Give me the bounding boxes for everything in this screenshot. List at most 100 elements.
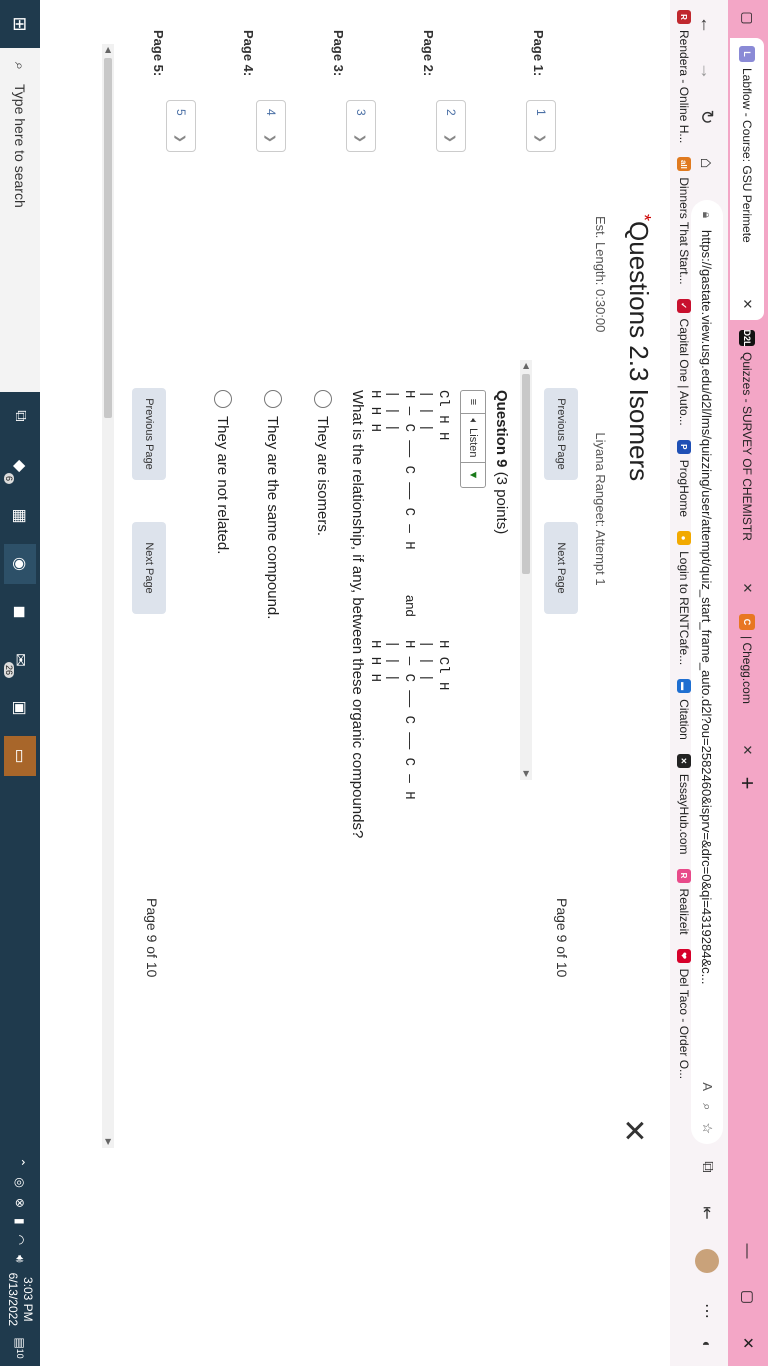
address-actions: A ⌕ ☆	[699, 1082, 715, 1144]
bookmark-item[interactable]: ● Login to RENTCafe...	[677, 531, 691, 665]
page-label: Page 2:	[421, 30, 436, 77]
close-icon[interactable]: ✕	[739, 742, 755, 758]
restore-icon[interactable]: ▢	[728, 1274, 768, 1320]
volume-icon[interactable]: 🔊︎	[13, 1255, 28, 1263]
store-icon[interactable]: ▦	[4, 496, 36, 536]
search-placeholder[interactable]: Type here to search	[12, 84, 28, 208]
minimize-icon[interactable]: —	[728, 1228, 768, 1274]
new-tab-button[interactable]: +	[734, 770, 760, 796]
speaker-icon: 🔈︎	[467, 418, 480, 426]
scroll-thumb[interactable]	[104, 58, 112, 418]
answer-option[interactable]: They are the same compound.	[264, 390, 282, 619]
radio-button[interactable]	[214, 390, 232, 408]
url-text[interactable]: https://gastate.view.usg.edu/d2l/lms/qui…	[700, 230, 715, 1082]
page-horizontal-scrollbar[interactable]: ◀ ▶	[102, 44, 114, 1148]
molecule-row: | | |	[384, 640, 400, 682]
task-view-icon[interactable]: ⧉	[4, 396, 36, 436]
favorite-star-icon[interactable]: ☆	[699, 1122, 715, 1134]
page-label: Page 4:	[241, 30, 256, 77]
taskbar-search[interactable]: ⌕ Type here to search	[0, 48, 40, 392]
notification-icon[interactable]: ▤ 10	[10, 1336, 30, 1360]
molecule-row: Cl H H	[435, 390, 451, 440]
scroll-left-arrow-icon[interactable]: ◀	[102, 44, 114, 56]
molecule-row: | | |	[418, 640, 434, 682]
network-error-icon[interactable]: ⊗	[13, 1198, 27, 1208]
window-controls: — ▢ ✕	[728, 1228, 768, 1366]
battery-icon[interactable]: ▮	[13, 1218, 27, 1225]
scroll-thumb[interactable]	[522, 374, 530, 574]
meet-now-icon[interactable]: ◎	[13, 1177, 27, 1187]
system-tray: ⌃ ◎ ⊗ ▮ ◠ 🔊︎ 3:03 PM 6/13/2022	[0, 1157, 40, 1326]
next-page-button[interactable]: Next Page	[544, 522, 578, 614]
close-icon[interactable]: ✕	[739, 296, 755, 312]
bookmark-item[interactable]: R Rendera - Online H...	[677, 10, 691, 143]
bookmark-item[interactable]: R Realizeit	[677, 868, 691, 935]
bookmark-icon: ✓	[677, 298, 691, 313]
radio-button[interactable]	[264, 390, 282, 408]
previous-page-button[interactable]: Previous Page	[544, 388, 578, 480]
bookmark-item[interactable]: ❤ Del Taco - Order O...	[677, 948, 691, 1080]
search-icon: ⌕	[11, 61, 29, 71]
molecule-row: H H H	[367, 390, 383, 432]
scroll-right-arrow-icon[interactable]: ▶	[520, 768, 532, 780]
labflow-icon: L	[739, 46, 755, 62]
page-label: Page 3:	[331, 30, 346, 77]
est-length: Est. Length: 0:30:00	[593, 216, 608, 333]
page-label: Page 1:	[531, 30, 546, 77]
zoom-icon[interactable]: ⌕	[699, 1103, 715, 1110]
molecule-row: H H H	[367, 640, 383, 682]
windows-start-icon[interactable]: ⊞	[0, 0, 40, 48]
molecule-row: | | |	[418, 390, 434, 432]
bookmark-item[interactable]: ▬ Citation	[677, 679, 691, 740]
bookmark-item[interactable]: ✕ EssayHub.com	[677, 753, 691, 855]
clock[interactable]: 3:03 PM 6/13/2022	[5, 1273, 35, 1326]
bookmark-item[interactable]: all Dinners That Start...	[677, 157, 691, 285]
page-indicator: Page 9 of 10	[554, 898, 570, 978]
bookmark-item[interactable]: ✓ Capital One | Auto...	[677, 298, 691, 426]
edge-browser-icon[interactable]: ◉	[4, 544, 36, 584]
bookmark-icon: ✕	[677, 753, 691, 768]
answer-option[interactable]: They are isomers.	[314, 390, 332, 536]
bookmark-label: Del Taco - Order O...	[677, 968, 691, 1080]
chevron-up-icon[interactable]: ⌃	[13, 1157, 27, 1167]
workspaces-icon[interactable]: ▢	[736, 6, 760, 30]
menu-icon[interactable]: ≡	[461, 391, 485, 414]
listen-button[interactable]: 🔈︎ Listen	[461, 414, 485, 463]
play-icon[interactable]: ▼	[461, 463, 485, 487]
previous-page-button-bottom[interactable]: Previous Page	[132, 388, 166, 480]
bookmark-item[interactable]: P ProgHome	[677, 439, 691, 517]
page-button-1[interactable]: 1 ❯	[526, 100, 556, 152]
molecule-row: | | |	[384, 390, 400, 432]
question-title: Question 9 (3 points)	[493, 390, 510, 535]
lock-icon[interactable]: 🔒︎	[700, 200, 715, 230]
bookmark-icon: ▬	[677, 679, 691, 694]
radio-button[interactable]	[314, 390, 332, 408]
page-button-3[interactable]: 3 ❯	[346, 100, 376, 152]
wifi-icon[interactable]: ◠	[13, 1235, 27, 1245]
close-icon[interactable]: ✕	[739, 580, 755, 596]
file-explorer-icon[interactable]: ▭	[4, 736, 36, 776]
molecule-figure: Cl H H | | | H — C —— C —— C — H | | | H …	[361, 390, 456, 810]
page-button-4[interactable]: 4 ❯	[256, 100, 286, 152]
molecule-diagram: Cl H H | | |H — C —— C —— C — H | | | H …	[367, 390, 451, 800]
sticky-notes-icon[interactable]: ▣	[4, 688, 36, 728]
listen-control[interactable]: ≡ 🔈︎ Listen ▼	[460, 390, 486, 488]
mail-icon[interactable]: ✉ 26	[4, 640, 36, 680]
tab-quizzes[interactable]: D2L Quizzes - SURVEY OF CHEMISTR ✕	[730, 322, 764, 604]
close-window-icon[interactable]: ✕	[728, 1320, 768, 1366]
molecule-row: H — C —— C —— C — H	[401, 640, 417, 800]
horizontal-scrollbar[interactable]: ◀ ▶	[520, 360, 532, 780]
tab-chegg[interactable]: C | Chegg.com ✕	[730, 606, 764, 766]
scroll-left-arrow-icon[interactable]: ◀	[520, 360, 532, 372]
page-button-2[interactable]: 2 ❯	[436, 100, 466, 152]
news-widget-icon[interactable]: ◆ 6	[4, 446, 36, 486]
page-button-5[interactable]: 5 ❯	[166, 100, 196, 152]
read-aloud-icon[interactable]: A	[699, 1082, 715, 1091]
scroll-right-arrow-icon[interactable]: ▶	[102, 1136, 114, 1148]
molecule-2: H Cl H | | |H — C —— C —— C — H | | | H …	[367, 640, 451, 800]
office-icon[interactable]: ◼	[4, 592, 36, 632]
tab-labflow[interactable]: L Labflow - Course: GSU Perimete ✕	[730, 38, 764, 320]
next-page-button-bottom[interactable]: Next Page	[132, 522, 166, 614]
answer-option[interactable]: They are not related.	[214, 390, 232, 554]
tab-title: Quizzes - SURVEY OF CHEMISTR	[740, 352, 754, 541]
